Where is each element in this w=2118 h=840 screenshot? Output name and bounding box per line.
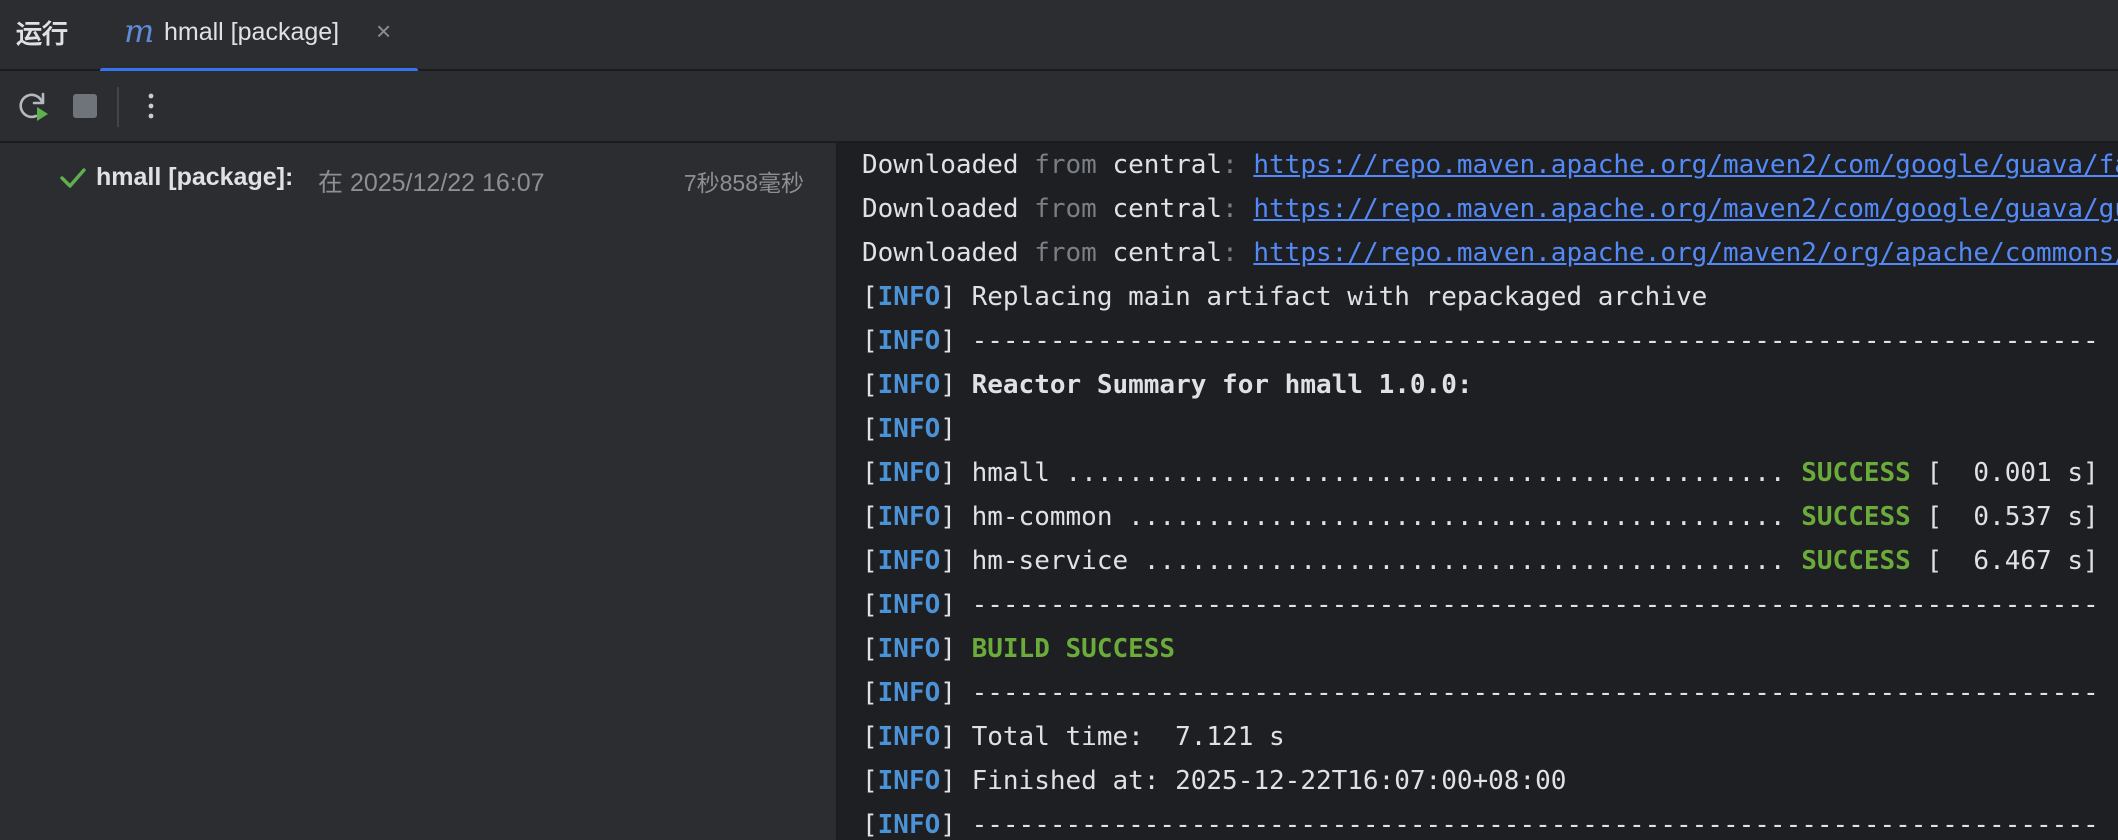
stop-button[interactable] bbox=[68, 89, 102, 123]
console-line: [INFO] ---------------------------------… bbox=[862, 326, 2099, 356]
more-options-button[interactable] bbox=[134, 89, 168, 123]
module-result-line: [INFO] hm-service ......................… bbox=[862, 546, 2099, 576]
run-toolbar bbox=[0, 71, 2118, 143]
tab-hmall-package[interactable]: m hmall [package] × bbox=[100, 0, 418, 73]
console-line: Downloaded from central: https://repo.ma… bbox=[862, 231, 2118, 275]
build-status: BUILD SUCCESS bbox=[971, 634, 1176, 664]
console-line: [INFO] Replacing main artifact with repa… bbox=[862, 282, 1708, 312]
toolbar-divider bbox=[117, 87, 119, 127]
module-result-line: [INFO] hmall ...........................… bbox=[862, 458, 2099, 488]
close-icon[interactable]: × bbox=[376, 16, 391, 47]
run-window-title: 运行 bbox=[16, 19, 69, 49]
tab-title: hmall [package] bbox=[164, 18, 340, 46]
console-line: [INFO] Total time: 7.121 s bbox=[862, 722, 1285, 752]
run-timestamp: 在 2025/12/22 16:07 bbox=[318, 169, 545, 197]
more-icon bbox=[148, 93, 154, 119]
console-line: [INFO] Finished at: 2025-12-22T16:07:00+… bbox=[862, 766, 1567, 796]
rerun-button[interactable] bbox=[16, 89, 50, 123]
maven-icon: m bbox=[124, 12, 155, 50]
download-link[interactable]: https://repo.maven.apache.org/maven2/org… bbox=[1253, 238, 2118, 268]
module-result-line: [INFO] hm-common .......................… bbox=[862, 502, 2099, 532]
console-line: [INFO] bbox=[862, 414, 956, 444]
console-line: [INFO] BUILD SUCCESS bbox=[862, 634, 1176, 664]
tree-item-hmall-package[interactable]: hmall [package]: 在 2025/12/22 16:07 7秒85… bbox=[0, 157, 836, 197]
tool-window-tabbar: 运行 m hmall [package] × bbox=[0, 0, 2118, 73]
download-link[interactable]: https://repo.maven.apache.org/maven2/com… bbox=[1253, 194, 2118, 224]
run-tree-panel: hmall [package]: 在 2025/12/22 16:07 7秒85… bbox=[0, 143, 838, 840]
console-line: [INFO] ---------------------------------… bbox=[862, 590, 2099, 620]
console-line: Downloaded from central: https://repo.ma… bbox=[862, 187, 2118, 231]
console-line: [INFO] Reactor Summary for hmall 1.0.0: bbox=[862, 370, 1473, 400]
run-duration: 7秒858毫秒 bbox=[683, 170, 804, 196]
console-line: [INFO] ---------------------------------… bbox=[862, 678, 2099, 708]
console-line: [INFO] ---------------------------------… bbox=[862, 810, 2099, 840]
console-line: Downloaded from central: https://repo.ma… bbox=[862, 143, 2118, 187]
console-output[interactable]: Downloaded from central: https://repo.ma… bbox=[838, 143, 2118, 840]
stop-icon bbox=[73, 94, 97, 118]
run-config-name: hmall [package]: bbox=[96, 163, 294, 191]
rerun-icon bbox=[19, 92, 48, 121]
check-icon bbox=[60, 168, 86, 188]
download-link[interactable]: https://repo.maven.apache.org/maven2/com… bbox=[1253, 150, 2118, 180]
